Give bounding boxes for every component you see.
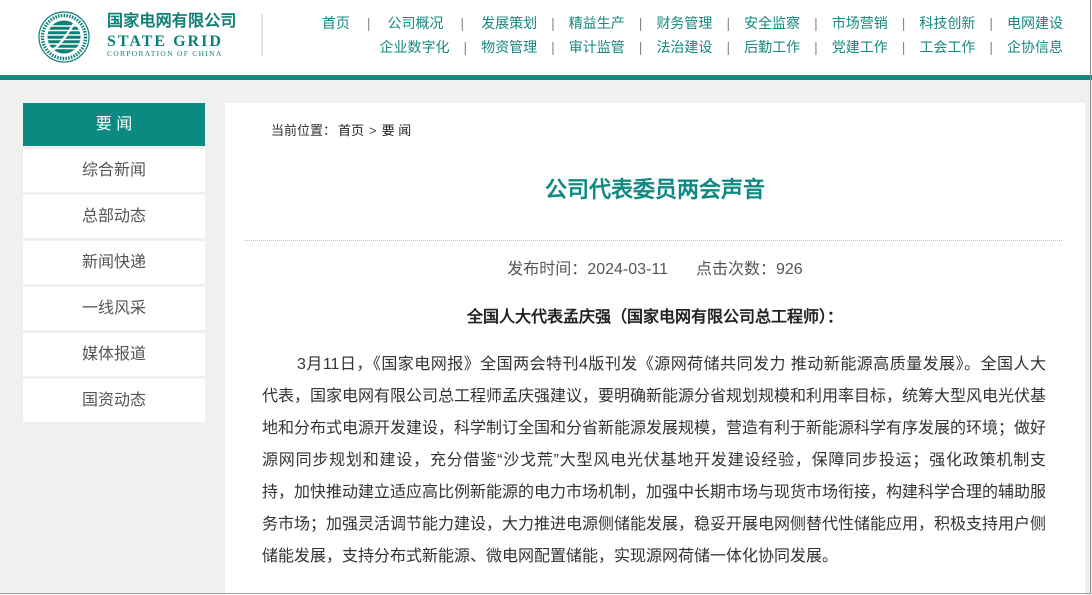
nav-item-enterprise-association[interactable]: 企协信息 — [1007, 35, 1063, 59]
state-grid-logo[interactable]: 国家电网有限公司 STATE GRID CORPORATION OF CHINA — [38, 11, 243, 65]
logo-name-cn: 国家电网有限公司 — [107, 13, 237, 30]
nav-separator: | — [366, 15, 371, 31]
article-paragraph-line: 代表，国家电网有限公司总工程师孟庆强建议，要明确新能源分省规划规模和利用率目标，… — [262, 388, 1046, 405]
header-accent-bar — [0, 75, 1092, 80]
sidebar-item-headline-news[interactable]: 要 闻 — [23, 103, 205, 146]
nav-separator: | — [638, 15, 643, 31]
article-paragraph-line: 持，加快推动建立适应高比例新能源的电力市场机制，加强中长期市场与现货市场衔接，构… — [262, 484, 1046, 501]
article-meta: 发布时间：2024-03-11 点击次数：926 — [225, 260, 1085, 280]
nav-item-audit-supervision[interactable]: 审计监管 — [569, 35, 625, 59]
breadcrumb-current[interactable]: 要 闻 — [382, 123, 412, 138]
nav-item-party-building[interactable]: 党建工作 — [832, 35, 888, 59]
nav-separator: | — [901, 15, 906, 31]
sidebar-item-frontline[interactable]: 一线风采 — [23, 287, 205, 330]
nav-item-tech-innovation[interactable]: 科技创新 — [919, 11, 975, 35]
main-nav: 首页 | 公司概况 | 发展策划 | 精益生产 | 财务管理 | 安全监察 | … — [322, 11, 1063, 59]
nav-item-materials-management[interactable]: 物资管理 — [481, 35, 537, 59]
nav-item-finance[interactable]: 财务管理 — [656, 11, 712, 35]
nav-separator: | — [814, 15, 818, 31]
breadcrumb-label: 当前位置： — [271, 123, 337, 138]
article-title: 公司代表委员两会声音 — [544, 177, 765, 202]
article-panel: 当前位置： 首页 > 要 闻 公司代表委员两会声音 发布时间：2024-03-11 点击… — [225, 103, 1085, 595]
publish-date: 2024-03-11 — [587, 261, 668, 278]
article-body: 3月11日，《国家电网报》全国两会特刊4版刊发《源网荷储共同发力 推动新能源高质… — [262, 349, 1046, 573]
breadcrumb-separator: > — [369, 123, 377, 138]
title-divider — [245, 240, 1062, 241]
article-paragraph-line: 地和分布式电源开发建设，科学制订全国和分省新能源发展规模，营造有利于新能源科学有… — [262, 420, 1046, 437]
nav-separator: | — [551, 39, 555, 55]
nav-item-lean-production[interactable]: 精益生产 — [569, 11, 625, 35]
nav-separator: | — [460, 15, 465, 31]
nav-item-legal-construction[interactable]: 法治建设 — [656, 35, 712, 59]
views-label: 点击次数： — [695, 261, 776, 278]
nav-separator: | — [638, 39, 643, 55]
sidebar-item-sasac-updates[interactable]: 国资动态 — [23, 379, 205, 422]
article-paragraph-line: 3月11日，《国家电网报》全国两会特刊4版刊发《源网荷储共同发力 推动新能源高质… — [297, 356, 1046, 373]
logo-name-en-sub: CORPORATION OF CHINA — [107, 49, 223, 58]
sidebar-item-general-news[interactable]: 综合新闻 — [23, 149, 205, 192]
views-count: 926 — [775, 261, 803, 278]
nav-item-safety-supervision[interactable]: 安全监察 — [744, 11, 800, 35]
nav-separator: | — [726, 15, 731, 31]
article-subheading: 全国人大代表孟庆强（国家电网有限公司总工程师）： — [466, 309, 843, 326]
nav-item-labor-union[interactable]: 工会工作 — [919, 35, 975, 59]
nav-item-development-planning[interactable]: 发展策划 — [481, 11, 537, 35]
nav-item-logistics[interactable]: 后勤工作 — [744, 35, 800, 59]
sidebar-item-hq-updates[interactable]: 总部动态 — [23, 195, 205, 238]
main-nav-row-1: 首页 | 公司概况 | 发展策划 | 精益生产 | 财务管理 | 安全监察 | … — [322, 11, 1063, 35]
publish-label: 发布时间： — [507, 261, 588, 278]
nav-separator: | — [989, 39, 993, 55]
nav-separator: | — [463, 39, 468, 55]
state-grid-emblem-icon — [38, 11, 90, 63]
article-paragraph-line: 务市场；加强灵活调节能力建设，大力推进电源侧储能发展，稳妥开展电网侧替代性储能应… — [262, 516, 1046, 533]
nav-item-company-overview[interactable]: 公司概况 — [388, 11, 444, 35]
nav-item-home[interactable]: 首页 — [322, 11, 350, 35]
breadcrumb-home-link[interactable]: 首页 — [338, 123, 364, 138]
nav-item-marketing[interactable]: 市场营销 — [832, 11, 888, 35]
nav-separator: | — [989, 15, 993, 31]
sidebar-item-media-reports[interactable]: 媒体报道 — [23, 333, 205, 376]
breadcrumb: 当前位置： 首页 > 要 闻 — [271, 122, 411, 140]
nav-separator: | — [726, 39, 731, 55]
article-paragraph-line: 源网同步规划和建设，充分借鉴“沙戈荒”大型风电光伏基地开发建设经验，保障同步投运… — [262, 452, 1046, 469]
site-header: 国家电网有限公司 STATE GRID CORPORATION OF CHINA… — [0, 0, 1092, 75]
main-nav-row-2: 企业数字化 | 物资管理 | 审计监管 | 法治建设 | 后勤工作 | 党建工作… — [322, 35, 1063, 59]
nav-separator: | — [814, 39, 818, 55]
nav-separator: | — [901, 39, 906, 55]
nav-separator: | — [551, 15, 555, 31]
nav-item-grid-construction[interactable]: 电网建设 — [1007, 11, 1063, 35]
sidebar-item-news-express[interactable]: 新闻快递 — [23, 241, 205, 284]
article-paragraph-line: 储能发展，支持分布式新能源、微电网配置储能，实现源网荷储一体化协同发展。 — [262, 548, 839, 565]
sidebar: 要 闻 综合新闻 总部动态 新闻快递 一线风采 媒体报道 国资动态 — [23, 103, 205, 422]
header-divider — [261, 14, 263, 56]
nav-item-enterprise-digitalization[interactable]: 企业数字化 — [380, 35, 450, 59]
